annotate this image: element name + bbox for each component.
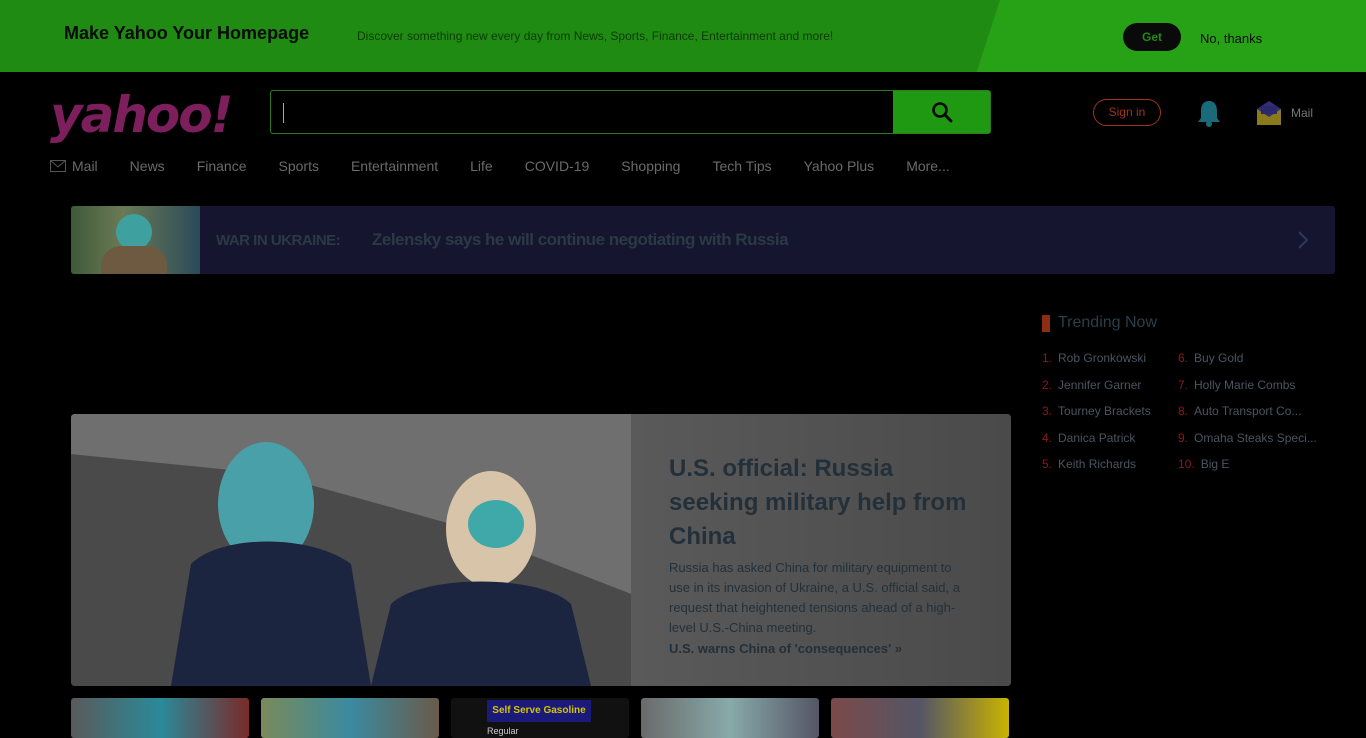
breaking-news-thumbnail <box>71 206 200 274</box>
trending-item[interactable]: 2. Jennifer Garner <box>1042 378 1151 405</box>
trending-term[interactable]: Jennifer Garner <box>1058 378 1141 405</box>
trending-list-left: 1. Rob Gronkowski 2. Jennifer Garner 3. Tou… <box>1042 351 1151 484</box>
story-thumbnails-row: Self Serve Gasoline Regular <box>71 698 1009 738</box>
search-input[interactable] <box>289 101 869 123</box>
hero-story-title[interactable]: U.S. official: Russia seeking military h… <box>669 452 969 554</box>
trending-term[interactable]: Keith Richards <box>1058 457 1136 484</box>
story-thumbnail[interactable] <box>261 698 439 738</box>
hero-story-text-panel: U.S. official: Russia seeking military h… <box>631 414 1011 686</box>
nav-item-covid[interactable]: COVID-19 <box>525 158 590 174</box>
trending-rank: 8. <box>1178 404 1189 419</box>
mail-icon[interactable] <box>1256 100 1282 126</box>
thumbnail-body <box>101 246 167 274</box>
bell-icon[interactable] <box>1196 99 1222 127</box>
trending-term[interactable]: Auto Transport Co... <box>1194 404 1301 431</box>
breaking-news-headline[interactable]: Zelensky says he will continue negotiati… <box>372 230 789 250</box>
nav-item-label: Tech Tips <box>712 158 772 174</box>
trending-item[interactable]: 10. Big E <box>1178 457 1317 484</box>
homepage-promo-banner: Make Yahoo Your Homepage Discover someth… <box>0 0 1366 72</box>
trending-item[interactable]: 9. Omaha Steaks Speci... <box>1178 431 1317 458</box>
trending-title: Trending Now <box>1058 314 1158 331</box>
nav-item-label: Yahoo Plus <box>803 158 875 174</box>
nav-item-entertainment[interactable]: Entertainment <box>351 158 438 174</box>
nav-item-shopping[interactable]: Shopping <box>621 158 680 174</box>
nav-item-label: News <box>129 158 165 174</box>
nav-item-label: Life <box>470 158 493 174</box>
trending-term[interactable]: Danica Patrick <box>1058 431 1135 458</box>
hero-image-illustration <box>71 414 631 686</box>
nav-item-yahoo-plus[interactable]: Yahoo Plus <box>804 158 875 174</box>
trending-rank: 4. <box>1042 430 1053 445</box>
hero-story-image[interactable] <box>71 414 631 686</box>
trending-item[interactable]: 6. Buy Gold <box>1178 351 1317 378</box>
chevron-right-icon[interactable] <box>1297 230 1309 250</box>
trending-item[interactable]: 7. Holly Marie Combs <box>1178 378 1317 405</box>
breaking-news-bar[interactable]: WAR IN UKRAINE: Zelensky says he will co… <box>71 206 1335 274</box>
nav-item-news[interactable]: News <box>130 158 165 174</box>
trending-rank: 7. <box>1178 377 1189 392</box>
trending-item[interactable]: 5. Keith Richards <box>1042 457 1151 484</box>
search-icon <box>931 102 952 123</box>
mail-icon <box>50 160 66 172</box>
trending-rank: 9. <box>1178 430 1189 445</box>
nav-item-label: More... <box>906 158 950 174</box>
gas-regular-text: Regular <box>487 726 519 736</box>
story-thumbnail[interactable] <box>831 698 1009 738</box>
promo-subtitle: Discover something new every day from Ne… <box>357 29 834 43</box>
promo-no-thanks-button[interactable]: No, thanks <box>1200 31 1262 46</box>
trending-item[interactable]: 4. Danica Patrick <box>1042 431 1151 458</box>
trending-rank: 3. <box>1042 404 1053 419</box>
nav-item-label: Sports <box>278 158 319 174</box>
nav-item-label: Finance <box>196 158 247 174</box>
hero-story-card[interactable]: U.S. official: Russia seeking military h… <box>71 414 1011 686</box>
story-thumbnail[interactable] <box>71 698 249 738</box>
trending-term[interactable]: Rob Gronkowski <box>1058 351 1146 378</box>
trending-term[interactable]: Big E <box>1201 457 1230 484</box>
sign-in-button[interactable]: Sign in <box>1093 99 1161 126</box>
mail-link-label[interactable]: Mail <box>1291 106 1313 120</box>
trending-item[interactable]: 1. Rob Gronkowski <box>1042 351 1151 378</box>
search-button[interactable] <box>893 91 990 133</box>
nav-item-label: Shopping <box>621 158 681 174</box>
trending-accent-bar <box>1042 314 1050 332</box>
trending-item[interactable]: 8. Auto Transport Co... <box>1178 404 1317 431</box>
gas-sign-text: Self Serve Gasoline <box>487 700 591 722</box>
yahoo-logo[interactable]: yahoo! <box>50 86 233 144</box>
nav-item-mail[interactable]: Mail <box>50 158 98 174</box>
nav-item-life[interactable]: Life <box>470 158 493 174</box>
main-nav: Mail News Finance Sports Entertainment L… <box>50 158 982 174</box>
trending-list-right: 6. Buy Gold 7. Holly Marie Combs 8. Auto Tr… <box>1178 351 1317 484</box>
nav-item-sports[interactable]: Sports <box>279 158 319 174</box>
trending-rank: 10. <box>1178 457 1195 472</box>
nav-item-tech-tips[interactable]: Tech Tips <box>712 158 771 174</box>
trending-rank: 2. <box>1042 377 1053 392</box>
search-bar[interactable] <box>270 90 991 134</box>
nav-item-label: COVID-19 <box>524 158 590 174</box>
thumbnail-face <box>116 214 152 250</box>
breaking-news-label: WAR IN UKRAINE: <box>216 232 341 249</box>
trending-rank: 6. <box>1178 351 1189 365</box>
story-thumbnail[interactable]: Self Serve Gasoline Regular <box>451 698 629 738</box>
nav-item-finance[interactable]: Finance <box>197 158 247 174</box>
search-caret <box>283 103 284 123</box>
trending-term[interactable]: Buy Gold <box>1194 351 1243 378</box>
trending-item[interactable]: 3. Tourney Brackets <box>1042 404 1151 431</box>
nav-item-label: Mail <box>72 158 98 174</box>
trending-now-heading: Trending Now <box>1042 314 1157 332</box>
promo-get-button[interactable]: Get <box>1123 23 1181 51</box>
promo-title: Make Yahoo Your Homepage <box>64 23 310 43</box>
trending-term[interactable]: Holly Marie Combs <box>1194 378 1295 405</box>
nav-item-more[interactable]: More... <box>906 158 950 174</box>
hero-story-description: Russia has asked China for military equi… <box>669 560 960 635</box>
nav-item-label: Entertainment <box>350 158 439 174</box>
hero-story-related-link[interactable]: U.S. warns China of 'consequences' » <box>669 641 902 656</box>
trending-term[interactable]: Tourney Brackets <box>1058 404 1151 431</box>
trending-term[interactable]: Omaha Steaks Speci... <box>1194 431 1317 458</box>
trending-rank: 5. <box>1042 457 1053 472</box>
trending-rank: 1. <box>1042 351 1053 365</box>
story-thumbnail[interactable] <box>641 698 819 738</box>
